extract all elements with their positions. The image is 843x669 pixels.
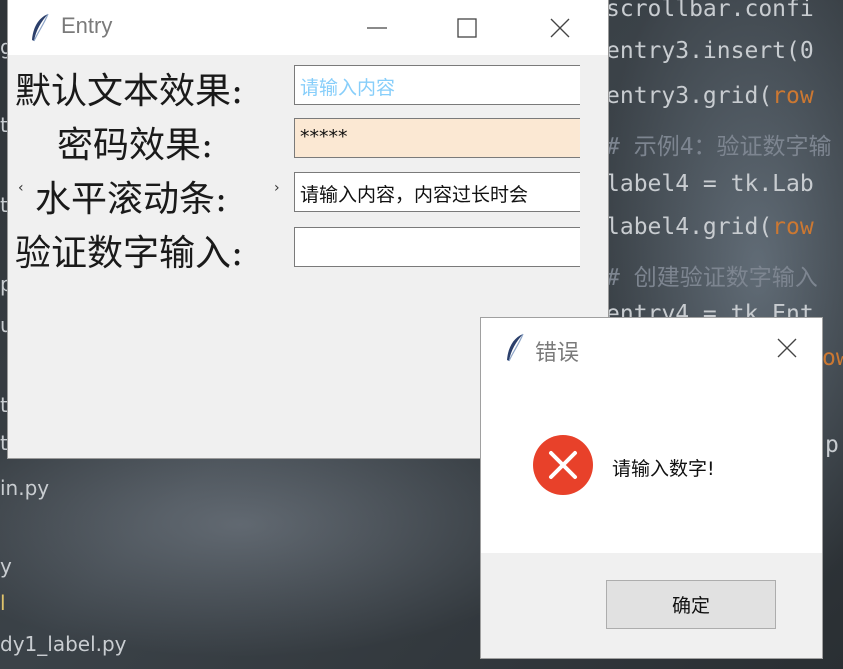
error-icon xyxy=(533,435,593,495)
file-list-item[interactable]: t xyxy=(0,431,8,455)
dialog-title: 错误 xyxy=(535,341,580,366)
minimize-button[interactable] xyxy=(347,0,407,55)
dialog-close-button[interactable] xyxy=(757,318,817,378)
label-validate-number: 验证数字输入: xyxy=(15,233,244,274)
maximize-icon xyxy=(457,17,477,38)
default-text-entry[interactable]: 请输入内容 xyxy=(294,65,580,105)
code-comment-line: # 创建验证数字输入 xyxy=(606,265,818,291)
window-titlebar[interactable]: Entry xyxy=(8,0,608,55)
tk-feather-icon xyxy=(507,333,524,362)
code-line: p xyxy=(825,432,839,458)
close-icon xyxy=(777,338,797,358)
file-list-item[interactable]: t xyxy=(0,393,8,417)
code-line: label4.grid(row xyxy=(606,214,814,240)
file-list-item[interactable]: l xyxy=(0,591,6,615)
scroll-left-arrow-icon[interactable]: ‹ xyxy=(18,180,24,196)
password-entry[interactable]: ***** xyxy=(294,118,580,158)
code-line: ow xyxy=(822,345,843,371)
validate-number-entry[interactable] xyxy=(294,227,580,267)
file-list-item[interactable]: y xyxy=(0,554,12,578)
code-line: scrollbar.confi xyxy=(606,0,814,22)
label-hscroll: 水平滚动条: xyxy=(35,179,228,220)
code-line: label4 = tk.Lab xyxy=(606,171,814,197)
label-default-text: 默认文本效果: xyxy=(15,71,244,112)
window-title: Entry xyxy=(61,13,113,38)
code-comment-line: # 示例4：验证数字输 xyxy=(606,134,832,160)
close-icon xyxy=(550,18,570,37)
error-dialog: 错误 请输入数字! 确定 xyxy=(481,318,822,658)
file-list-item[interactable]: in.py xyxy=(0,476,49,500)
scroll-right-arrow-icon[interactable]: › xyxy=(274,180,280,196)
dialog-titlebar[interactable]: 错误 xyxy=(481,318,822,378)
code-line: entry3.grid(row xyxy=(606,83,814,109)
close-button[interactable] xyxy=(530,0,590,55)
file-list-item[interactable]: dy1_label.py xyxy=(0,632,127,656)
minimize-icon xyxy=(367,26,387,29)
maximize-button[interactable] xyxy=(437,0,497,55)
hscroll-entry[interactable]: 请输入内容，内容过长时会 xyxy=(294,172,580,212)
label-password: 密码效果: xyxy=(57,125,214,166)
error-x-mark xyxy=(549,451,577,479)
error-message: 请输入数字! xyxy=(612,458,715,480)
ok-button[interactable]: 确定 xyxy=(606,580,776,629)
file-list-item[interactable]: t xyxy=(0,193,8,217)
code-line: entry3.insert(0 xyxy=(606,38,814,64)
tk-feather-icon xyxy=(32,13,49,42)
file-list-item[interactable]: t xyxy=(0,113,8,137)
